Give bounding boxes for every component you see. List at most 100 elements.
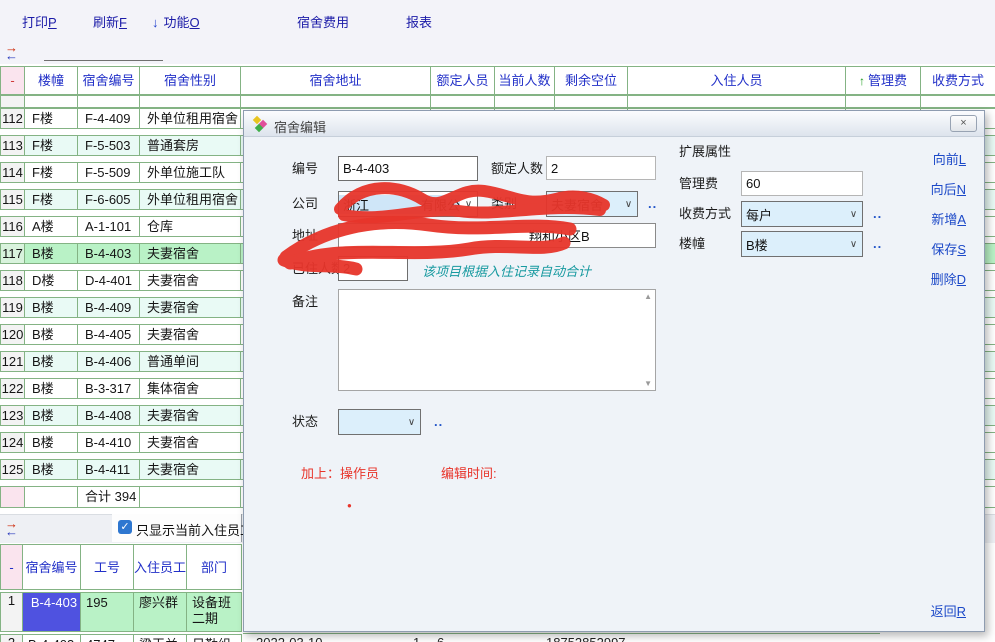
header-occupant-name[interactable]: 入住员工 <box>134 545 187 589</box>
header-department[interactable]: 部门 <box>187 545 241 589</box>
occupied-input[interactable] <box>338 256 408 281</box>
building-more-button[interactable]: .. <box>873 236 882 251</box>
cell-emp-no: 195 <box>81 593 134 631</box>
refresh-button[interactable]: 刷新F <box>93 12 127 31</box>
swap-arrow-left: ← <box>5 528 25 536</box>
header-address[interactable]: 宿舍地址 <box>241 67 431 94</box>
address-input[interactable]: 翔和小区B <box>338 223 656 248</box>
status-combobox[interactable]: ∨ <box>338 409 421 435</box>
header-fee-method[interactable]: 收费方式 <box>921 67 995 94</box>
mgmt-fee-input[interactable] <box>741 171 863 196</box>
cell-room-no: B-4-405 <box>78 325 140 344</box>
dorm-fees-button[interactable]: 宿舍费用 <box>297 12 349 31</box>
cell-empty <box>846 96 921 107</box>
next-button[interactable]: 向后N <box>908 179 966 198</box>
header-dash[interactable]: - <box>1 67 25 94</box>
scroll-down-icon[interactable]: ▼ <box>644 379 652 388</box>
close-button[interactable]: × <box>950 115 977 132</box>
header-vacancy[interactable]: 剩余空位 <box>555 67 628 94</box>
toolbar-underline <box>44 60 163 61</box>
cell-dorm-type: 仓库 <box>140 217 241 236</box>
cell-building: A楼 <box>25 217 78 236</box>
app-window: 打印P 刷新F ↓功能O 宿舍费用 报表 →← - 楼幢 宿舍编号 宿舍性别 宿… <box>0 0 995 642</box>
header-quota[interactable]: 额定人员 <box>431 67 495 94</box>
back-hotkey: R <box>957 604 966 619</box>
occupant-row-2[interactable]: 2B-4-4034747梁玉兰日勤组 <box>0 634 242 642</box>
prev-button[interactable]: 向前L <box>908 149 966 168</box>
main-table-spacer-row <box>0 95 995 108</box>
address-label: 地址 <box>292 223 318 248</box>
cell-emp-no: 4747 <box>81 635 134 642</box>
function-hotkey: O <box>190 15 200 30</box>
occupant-table-header: - 宿舍编号 工号 入住员工 部门 <box>0 544 242 590</box>
chevron-down-icon: ∨ <box>845 239 862 250</box>
cell-building: B楼 <box>25 379 78 398</box>
cell-room-no: B-4-410 <box>78 433 140 452</box>
cell-room-no: B-4-411 <box>78 460 140 479</box>
fee-method-combobox[interactable]: 每户 ∨ <box>741 201 863 227</box>
category-combobox[interactable]: 夫妻宿舍 ∨ <box>546 191 638 217</box>
row-number: 1 <box>1 593 23 631</box>
reports-button[interactable]: 报表 <box>406 12 432 31</box>
save-button[interactable]: 保存S <box>908 239 966 258</box>
occupant-row-1[interactable]: 1B-4-403195廖兴群设备班二期 <box>0 592 242 632</box>
header-room-no[interactable]: 宿舍编号 <box>78 67 140 94</box>
cell-empty <box>431 96 495 107</box>
row-number: 122 <box>1 379 25 398</box>
cell-dorm-type: 外单位租用宿舍 <box>140 109 241 128</box>
header-occupants[interactable]: 入住人员 <box>628 67 846 94</box>
swap-panels-icon[interactable]: →← <box>5 44 25 60</box>
cell-empty <box>25 96 78 107</box>
category-more-button[interactable]: .. <box>648 196 657 211</box>
cell-empty <box>555 96 628 107</box>
company-label: 公司 <box>292 191 318 216</box>
cell-value-b: 6 <box>437 635 444 642</box>
cell-building: F楼 <box>25 109 78 128</box>
header-dorm-type[interactable]: 宿舍性别 <box>140 67 241 94</box>
category-label: 类别 <box>491 191 517 216</box>
print-hotkey: P <box>48 15 57 30</box>
header-dash[interactable]: - <box>1 545 23 589</box>
back-label: 返回 <box>931 604 957 619</box>
dialog-titlebar[interactable]: 宿舍编辑 × <box>244 111 984 137</box>
cell-occupant-name: 梁玉兰 <box>134 635 187 642</box>
header-emp-no[interactable]: 工号 <box>81 545 134 589</box>
added-by-text: 加上：操作员 <box>301 463 379 482</box>
company-combobox[interactable]: 浙江有限公 ∨ <box>338 191 478 217</box>
header-room-no[interactable]: 宿舍编号 <box>23 545 81 589</box>
cell-dorm-type: 集体宿舍 <box>140 379 241 398</box>
quota-input[interactable] <box>546 156 656 180</box>
filter-checkbox[interactable]: ✓ <box>118 520 132 534</box>
number-input[interactable] <box>338 156 478 181</box>
prev-label: 向前 <box>933 152 959 167</box>
header-current-count[interactable]: 当前人数 <box>495 67 555 94</box>
function-menu-button[interactable]: ↓功能O <box>152 12 200 31</box>
scroll-up-icon[interactable]: ▲ <box>644 292 652 301</box>
row-number: 121 <box>1 352 25 371</box>
status-more-button[interactable]: .. <box>434 414 443 429</box>
cell-room-no: F-5-509 <box>78 163 140 182</box>
cell-room-no: F-6-605 <box>78 190 140 209</box>
building-combobox[interactable]: B楼 ∨ <box>741 231 863 257</box>
swap-panels-icon-2[interactable]: →← <box>5 520 25 536</box>
back-button[interactable]: 返回R <box>908 601 966 620</box>
cell-room-no: B-4-406 <box>78 352 140 371</box>
cell-empty <box>628 96 846 107</box>
company-value-left: 浙江 <box>343 195 369 214</box>
delete-button[interactable]: 删除D <box>908 269 966 288</box>
header-mgmt-fee[interactable]: ↑管理费 <box>846 67 921 94</box>
print-button[interactable]: 打印P <box>22 12 57 31</box>
remark-textarea[interactable]: ▲ ▼ <box>338 289 656 391</box>
add-button[interactable]: 新增A <box>908 209 966 228</box>
cell-empty <box>241 96 431 107</box>
row-number: 112 <box>1 109 25 128</box>
cell-room-no: B-4-408 <box>78 406 140 425</box>
chevron-down-icon: ∨ <box>845 209 862 220</box>
header-building[interactable]: 楼幢 <box>25 67 78 94</box>
fee-method-more-button[interactable]: .. <box>873 206 882 221</box>
save-label: 保存 <box>931 242 957 257</box>
row-number: 119 <box>1 298 25 317</box>
cell-dorm-type: 外单位租用宿舍 <box>140 190 241 209</box>
cell-dorm-type: 夫妻宿舍 <box>140 325 241 344</box>
quota-label: 额定人数 <box>491 156 543 181</box>
